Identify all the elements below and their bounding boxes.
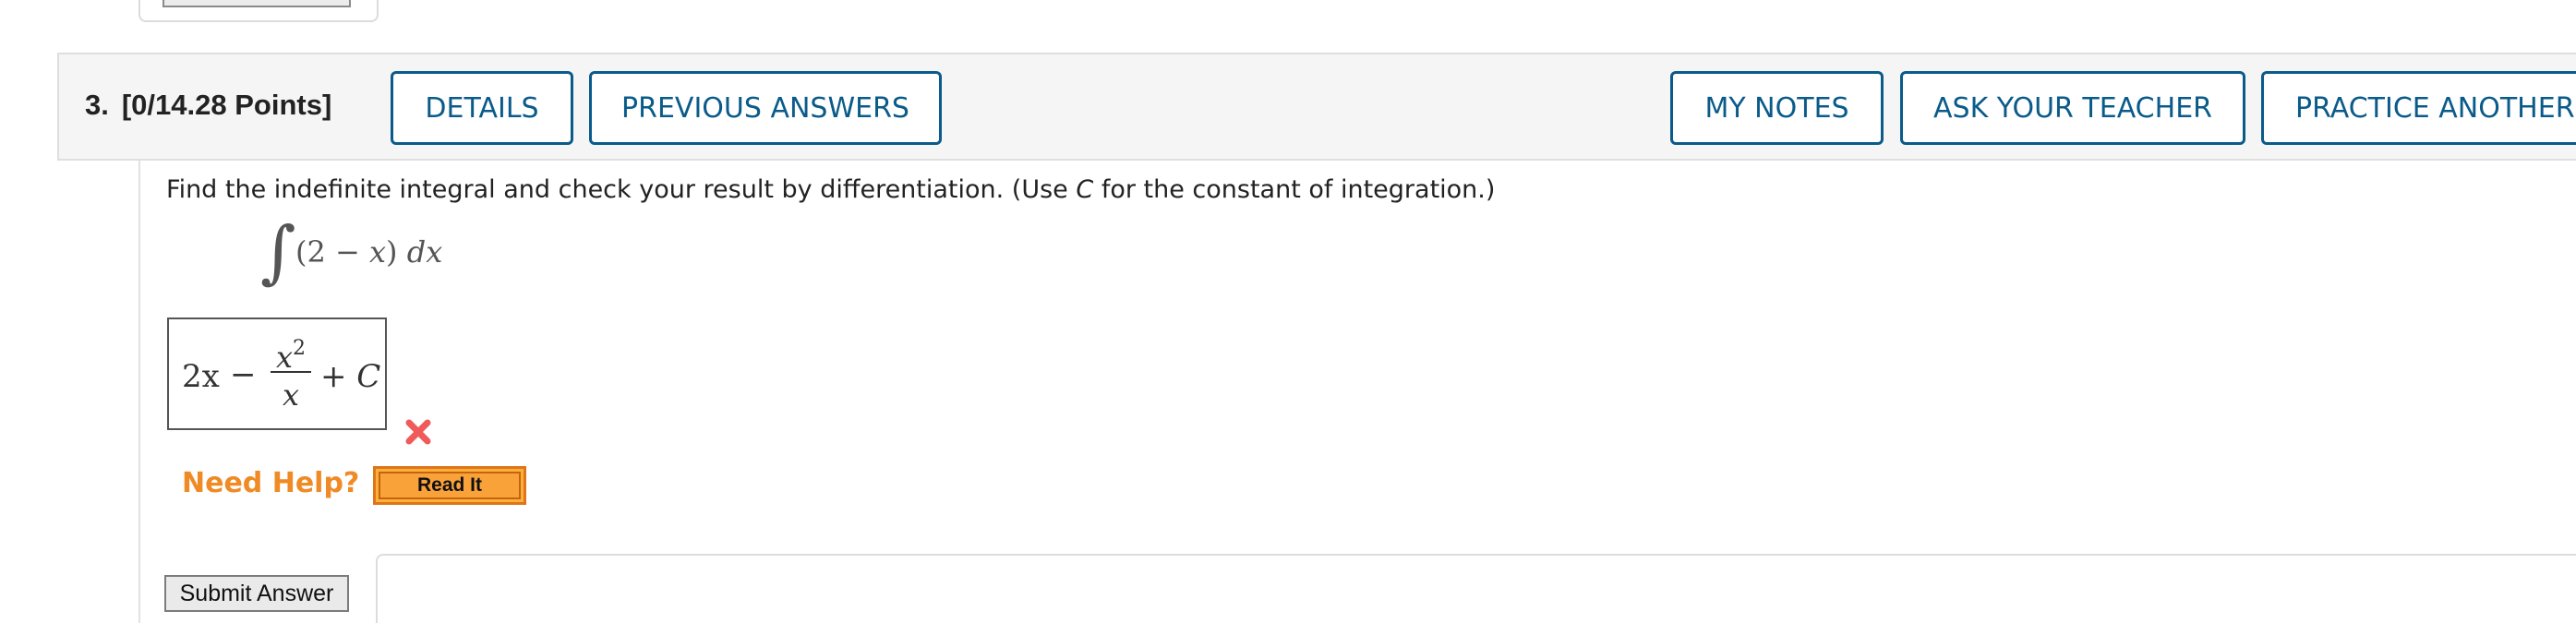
integrand-var: x [369,234,387,270]
read-it-label: Read It [379,472,521,499]
practice-another-button[interactable]: PRACTICE ANOTHER [2261,71,2576,145]
my-notes-button[interactable]: MY NOTES [1670,71,1884,145]
answer-input[interactable]: 2x − x2 x + C [167,317,387,430]
question-prompt: Find the indefinite integral and check y… [166,175,1495,204]
prompt-text-end: for the constant of integration.) [1093,175,1496,204]
next-section-box [376,554,2576,623]
answer-minus: − [230,356,257,393]
numerator-exponent: 2 [293,337,307,360]
answer-constant-var: C [356,358,381,395]
submit-answer-button[interactable]: Submit Answer [164,575,349,612]
answer-term-1: 2x [182,358,220,395]
prompt-constant-var: C [1076,175,1094,204]
question-title: 3. [0/14.28 Points] [85,89,331,122]
integrand-close: ) [386,234,407,270]
integrand-open: (2 − [295,234,369,270]
answer-constant: + C [320,358,380,395]
fraction-denominator: x [282,377,300,413]
prompt-text: Find the indefinite integral and check y… [166,175,1077,204]
previous-answers-button[interactable]: PREVIOUS ANSWERS [589,71,942,145]
need-help-label: Need Help? [182,467,360,499]
numerator-base: x [275,340,294,375]
integral-differential: dx [406,234,443,270]
question-body-border [138,161,140,623]
details-button[interactable]: DETAILS [391,71,573,145]
wrong-x-icon [405,419,431,445]
question-points: [0/14.28 Points] [121,89,332,121]
answer-fraction: x2 x [271,329,311,415]
ask-your-teacher-button[interactable]: ASK YOUR TEACHER [1900,71,2245,145]
integral-sign: ∫ [260,212,296,292]
answer-plus: + [320,358,357,395]
question-page: 3. [0/14.28 Points] DETAILS PREVIOUS ANSW… [0,0,2576,623]
fraction-numerator: x2 [271,329,311,375]
question-number: 3. [85,89,109,121]
previous-submit-button[interactable] [163,0,351,7]
integrand: (2 − x) dx [295,234,442,270]
read-it-button[interactable]: Read It [373,466,526,505]
